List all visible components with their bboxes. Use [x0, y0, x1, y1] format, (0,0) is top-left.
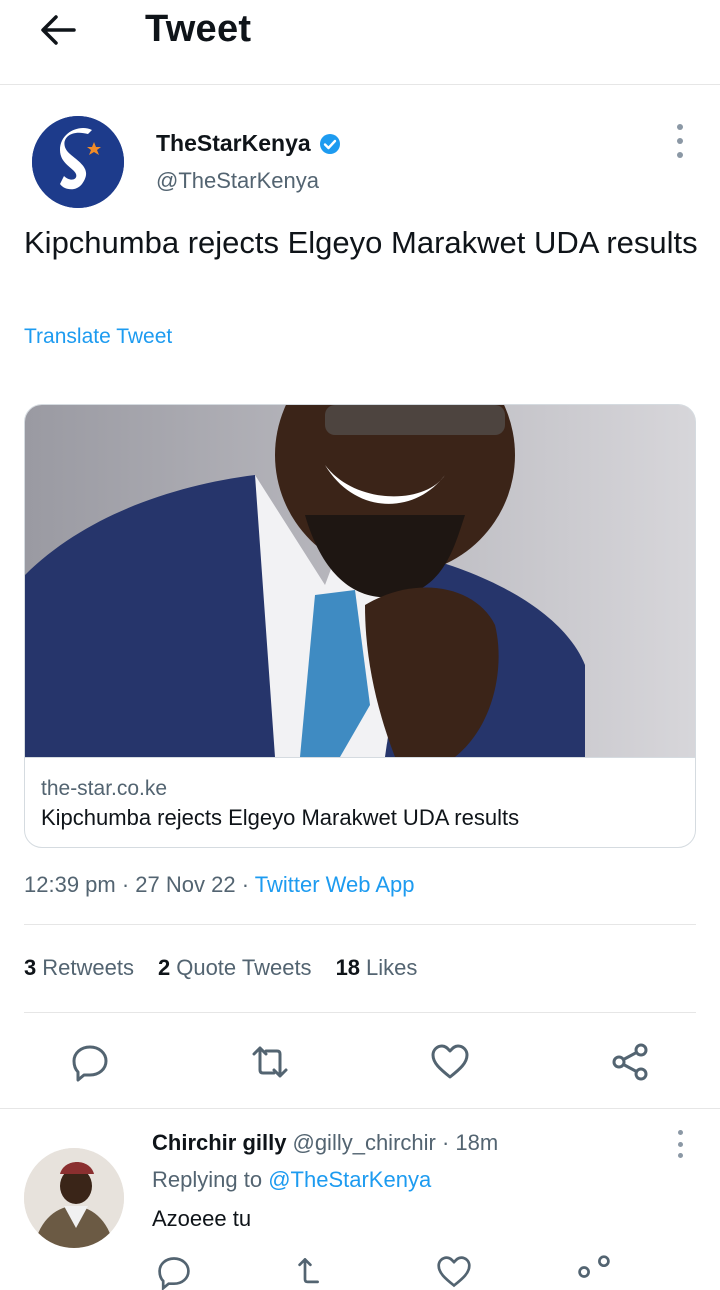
more-dot-icon: [677, 1130, 683, 1135]
card-title: Kipchumba rejects Elgeyo Marakwet UDA re…: [41, 805, 520, 830]
more-options-button[interactable]: [664, 124, 696, 158]
divider: [24, 1012, 696, 1013]
retweet-icon: [252, 1046, 288, 1078]
likes-count: 18: [335, 955, 361, 980]
author-name-text: TheStarKenya: [156, 130, 311, 156]
likes-stat[interactable]: 18 Likes: [336, 955, 418, 981]
reply-icon: [72, 1045, 108, 1082]
share-button[interactable]: [608, 1040, 652, 1084]
replying-to-mention[interactable]: @TheStarKenya: [268, 1167, 431, 1192]
reply-more-options-button[interactable]: [670, 1130, 690, 1158]
reply-button[interactable]: [68, 1040, 112, 1084]
star-logo-icon: [32, 116, 124, 208]
heart-icon: [431, 1044, 469, 1079]
more-dot-icon: [677, 152, 683, 158]
quote-tweets-count: 2: [157, 955, 171, 980]
like-button[interactable]: [428, 1040, 472, 1084]
more-dot-icon: [677, 1153, 683, 1158]
retweet-button[interactable]: [248, 1040, 292, 1084]
replying-to: Replying to @TheStarKenya: [152, 1167, 431, 1193]
card-domain: the-star.co.ke: [41, 777, 168, 800]
arrow-left-icon: [41, 15, 76, 45]
tweet-stats: 3 Retweets 2 Quote Tweets 18 Likes: [24, 955, 417, 981]
verified-badge-icon: [319, 133, 340, 154]
more-dot-icon: [677, 124, 683, 130]
author-name[interactable]: TheStarKenya: [156, 130, 341, 157]
retweets-count: 3: [24, 955, 37, 980]
author-avatar[interactable]: [32, 116, 124, 208]
reply-icon[interactable]: [156, 1254, 192, 1290]
share-icon: [612, 1043, 648, 1081]
reply-author-avatar[interactable]: [24, 1148, 124, 1248]
reply-avatar-photo: [24, 1148, 124, 1248]
section-separator: [0, 1108, 720, 1109]
reply-header: Chirchir gilly @gilly_chirchir · 18m: [152, 1130, 499, 1155]
retweet-icon[interactable]: [296, 1254, 332, 1290]
card-image: [25, 405, 695, 758]
more-dot-icon: [677, 138, 683, 144]
tweet-meta: 12:39 pm · 27 Nov 22 · Twitter Web App: [24, 872, 415, 897]
reply-time: 18m: [455, 1130, 499, 1155]
link-card[interactable]: the-star.co.ke Kipchumba rejects Elgeyo …: [24, 404, 696, 848]
page-title: Tweet: [145, 8, 252, 50]
reply-text: Azoeee tu: [152, 1206, 252, 1231]
quote-tweets-stat[interactable]: 2 Quote Tweets: [158, 955, 312, 981]
replying-to-prefix: Replying to: [152, 1167, 263, 1192]
likes-label: Likes: [366, 955, 418, 980]
tweet-source[interactable]: Twitter Web App: [255, 872, 415, 897]
reply-author-handle[interactable]: @gilly_chirchir: [292, 1130, 435, 1155]
retweets-stat[interactable]: 3 Retweets: [24, 955, 134, 981]
share-icon[interactable]: [576, 1254, 612, 1290]
divider: [24, 924, 696, 925]
reply-author-name[interactable]: Chirchir gilly: [152, 1130, 286, 1155]
tweet-time: 12:39 pm: [24, 872, 116, 897]
back-button[interactable]: [36, 10, 80, 50]
more-dot-icon: [677, 1141, 683, 1147]
translate-tweet-link[interactable]: Translate Tweet: [24, 325, 172, 349]
card-photo-image: [25, 405, 695, 757]
retweets-label: Retweets: [42, 955, 134, 980]
quote-tweets-label: Quote Tweets: [176, 955, 312, 980]
author-handle[interactable]: @TheStarKenya: [156, 168, 319, 194]
top-bar: Tweet: [0, 0, 720, 85]
tweet-date: 27 Nov 22: [135, 872, 236, 897]
tweet-text: Kipchumba rejects Elgeyo Marakwet UDA re…: [24, 225, 698, 260]
heart-icon[interactable]: [436, 1254, 472, 1290]
